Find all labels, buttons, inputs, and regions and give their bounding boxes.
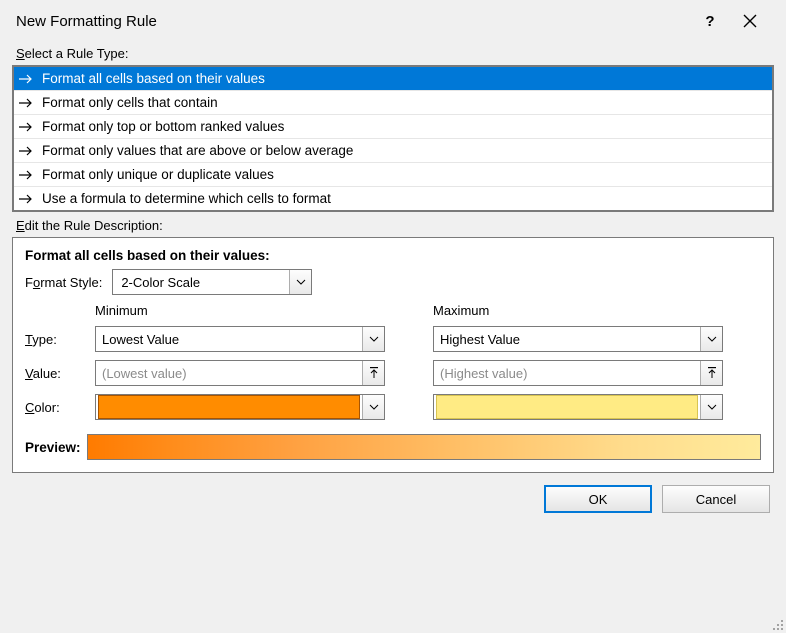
min-value-placeholder: (Lowest value)	[96, 366, 362, 381]
max-type-select[interactable]: Highest Value	[433, 326, 723, 352]
rule-type-item[interactable]: Format only values that are above or bel…	[14, 139, 772, 163]
dialog-buttons: OK Cancel	[10, 473, 776, 513]
select-rule-type-label: Select a Rule Type:	[16, 46, 776, 61]
chevron-down-icon	[362, 327, 384, 351]
collapse-icon	[706, 367, 718, 379]
cancel-button[interactable]: Cancel	[662, 485, 770, 513]
format-style-label: Format Style:	[25, 275, 102, 290]
type-label: Type:	[25, 332, 95, 347]
rule-type-item[interactable]: Format only unique or duplicate values	[14, 163, 772, 187]
resize-grip[interactable]	[770, 617, 784, 631]
max-value-placeholder: (Highest value)	[434, 366, 700, 381]
minimum-header: Minimum	[95, 303, 385, 318]
min-value-input[interactable]: (Lowest value)	[95, 360, 385, 386]
min-type-select[interactable]: Lowest Value	[95, 326, 385, 352]
chevron-down-icon	[700, 395, 722, 419]
maximum-header: Maximum	[433, 303, 723, 318]
rule-type-text: Format all cells based on their values	[42, 71, 265, 86]
preview-gradient	[87, 434, 761, 460]
rule-type-list[interactable]: Format all cells based on their values F…	[12, 65, 774, 212]
rule-type-text: Format only top or bottom ranked values	[42, 119, 284, 134]
range-selector-button[interactable]	[700, 361, 722, 385]
min-color-select[interactable]	[95, 394, 385, 420]
chevron-down-icon	[700, 327, 722, 351]
max-color-swatch	[436, 395, 698, 419]
arrow-icon	[18, 194, 34, 204]
max-value-input[interactable]: (Highest value)	[433, 360, 723, 386]
description-header: Format all cells based on their values:	[25, 248, 761, 263]
rule-type-text: Format only cells that contain	[42, 95, 218, 110]
rule-type-item[interactable]: Format only cells that contain	[14, 91, 772, 115]
value-label: Value:	[25, 366, 95, 381]
help-button[interactable]: ?	[690, 6, 730, 36]
rule-type-item[interactable]: Format all cells based on their values	[14, 67, 772, 91]
close-icon	[743, 14, 757, 28]
rule-description-box: Format all cells based on their values: …	[12, 237, 774, 473]
rule-type-text: Use a formula to determine which cells t…	[42, 191, 331, 206]
arrow-icon	[18, 98, 34, 108]
dialog-title: New Formatting Rule	[16, 13, 157, 30]
format-style-select[interactable]: 2-Color Scale	[112, 269, 312, 295]
rule-type-item[interactable]: Use a formula to determine which cells t…	[14, 187, 772, 210]
rule-type-item[interactable]: Format only top or bottom ranked values	[14, 115, 772, 139]
new-formatting-rule-dialog: New Formatting Rule ? Select a Rule Type…	[0, 0, 786, 633]
close-button[interactable]	[730, 6, 770, 36]
resize-grip-icon	[770, 617, 784, 631]
arrow-icon	[18, 170, 34, 180]
max-color-select[interactable]	[433, 394, 723, 420]
min-type-value: Lowest Value	[96, 332, 362, 347]
rule-type-text: Format only values that are above or bel…	[42, 143, 353, 158]
range-selector-button[interactable]	[362, 361, 384, 385]
max-type-value: Highest Value	[434, 332, 700, 347]
chevron-down-icon	[362, 395, 384, 419]
format-style-value: 2-Color Scale	[121, 275, 200, 290]
edit-description-label: Edit the Rule Description:	[16, 218, 776, 233]
titlebar: New Formatting Rule ?	[10, 10, 776, 40]
arrow-icon	[18, 122, 34, 132]
arrow-icon	[18, 74, 34, 84]
rule-type-text: Format only unique or duplicate values	[42, 167, 274, 182]
color-label: Color:	[25, 400, 95, 415]
ok-button[interactable]: OK	[544, 485, 652, 513]
chevron-down-icon	[289, 270, 311, 294]
arrow-icon	[18, 146, 34, 156]
collapse-icon	[368, 367, 380, 379]
preview-label: Preview:	[25, 440, 81, 455]
min-color-swatch	[98, 395, 360, 419]
